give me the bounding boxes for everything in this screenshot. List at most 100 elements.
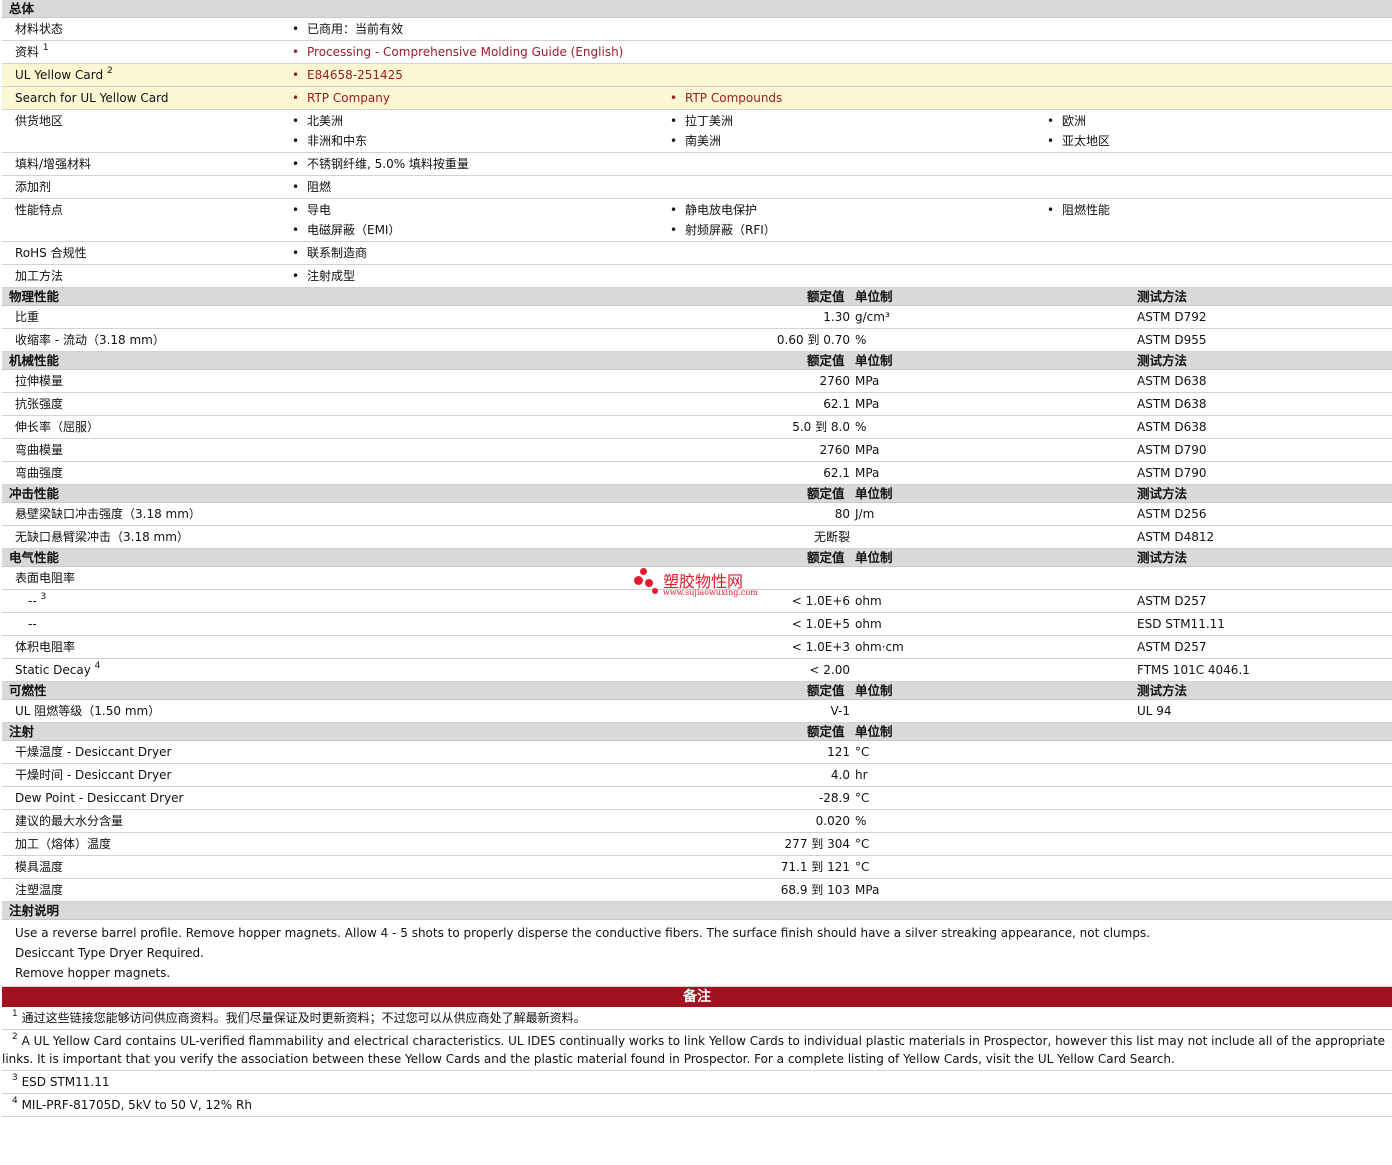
row-features: 性能特点 导电 静电放电保护 阻燃性能 电磁屏蔽（EMI） 射频屏蔽（RFI） bbox=[2, 199, 1392, 242]
property-label: 弯曲模量 bbox=[15, 443, 64, 457]
property-value: 62.1 bbox=[823, 466, 850, 480]
note-line: Use a reverse barrel profile. Remove hop… bbox=[15, 926, 1151, 940]
section-title: 冲击性能 bbox=[9, 486, 60, 501]
row-label: 供货地区 bbox=[15, 114, 64, 128]
property-value: 4.0 bbox=[830, 768, 850, 782]
property-unit: MPa bbox=[855, 397, 880, 411]
feature-item: 阻燃性能 bbox=[1047, 200, 1110, 220]
property-value: 71.1 到 121 bbox=[780, 860, 850, 874]
property-row: 加工（熔体）温度 277 到 304 °C bbox=[2, 833, 1392, 856]
row-label: Search for UL Yellow Card bbox=[15, 91, 169, 105]
property-label: 抗张强度 bbox=[15, 397, 64, 411]
remarks-title-bar: 备注 bbox=[2, 987, 1392, 1007]
row-value: 阻燃 bbox=[292, 177, 331, 197]
property-row: 无缺口悬臂梁冲击（3.18 mm） 无断裂 ASTM D4812 bbox=[2, 526, 1392, 549]
header-method: 测试方法 bbox=[1137, 683, 1188, 698]
property-label: 建议的最大水分含量 bbox=[15, 814, 124, 828]
section-impact: 冲击性能 额定值 单位制 测试方法 bbox=[2, 485, 1392, 503]
header-method: 测试方法 bbox=[1137, 353, 1188, 368]
section-title: 注射说明 bbox=[9, 903, 60, 918]
row-filler: 填料/增强材料 不锈钢纤维, 5.0% 填料按重量 bbox=[2, 153, 1392, 176]
property-label: 收缩率 - 流动（3.18 mm） bbox=[15, 333, 165, 347]
property-row: Dew Point - Desiccant Dryer -28.9 °C bbox=[2, 787, 1392, 810]
section-injection: 注射 额定值 单位制 bbox=[2, 723, 1392, 741]
property-row: 拉伸模量 2760 MPa ASTM D638 bbox=[2, 370, 1392, 393]
property-method: ASTM D4812 bbox=[1137, 530, 1215, 544]
property-unit: °C bbox=[855, 791, 870, 805]
section-flammability: 可燃性 额定值 单位制 测试方法 bbox=[2, 682, 1392, 700]
property-method: ASTM D256 bbox=[1137, 507, 1207, 521]
feature-item: 电磁屏蔽（EMI） bbox=[292, 220, 401, 240]
property-row: 抗张强度 62.1 MPa ASTM D638 bbox=[2, 393, 1392, 416]
property-row: 悬壁梁缺口冲击强度（3.18 mm） 80 J/m ASTM D256 bbox=[2, 503, 1392, 526]
injection-notes-body: Use a reverse barrel profile. Remove hop… bbox=[2, 920, 1392, 987]
site-watermark-logo: 塑胶物性网 www.sujiaowuxing.com bbox=[634, 566, 764, 602]
rtp-company-link[interactable]: RTP Company bbox=[292, 88, 390, 108]
row-label: 资料 1 bbox=[15, 43, 49, 60]
section-title: 注射 bbox=[9, 724, 35, 739]
row-ul-card: UL Yellow Card 2 E84658-251425 bbox=[2, 64, 1392, 87]
property-unit: MPa bbox=[855, 374, 880, 388]
property-unit: °C bbox=[855, 745, 870, 759]
logo-dot bbox=[634, 576, 643, 585]
header-rated: 额定值 bbox=[807, 486, 845, 501]
section-general: 总体 bbox=[2, 0, 1392, 18]
property-row: 干燥时间 - Desiccant Dryer 4.0 hr bbox=[2, 764, 1392, 787]
row-search-ul: Search for UL Yellow Card RTP Company RT… bbox=[2, 87, 1392, 110]
property-value: 121 bbox=[827, 745, 850, 759]
property-value: 62.1 bbox=[823, 397, 850, 411]
section-electrical: 电气性能 额定值 单位制 测试方法 bbox=[2, 549, 1392, 567]
header-unit: 单位制 bbox=[855, 353, 893, 368]
header-rated: 额定值 bbox=[807, 353, 845, 368]
property-label: 干燥温度 - Desiccant Dryer bbox=[15, 745, 172, 759]
row-data: 资料 1 Processing - Comprehensive Molding … bbox=[2, 41, 1392, 64]
property-value: 无断裂 bbox=[813, 530, 850, 544]
row-label: 性能特点 bbox=[15, 203, 64, 217]
property-label: 模具温度 bbox=[15, 860, 64, 874]
property-row: UL 阻燃等级（1.50 mm） V-1 UL 94 bbox=[2, 700, 1392, 723]
property-unit: MPa bbox=[855, 443, 880, 457]
property-value: 80 bbox=[834, 507, 850, 521]
footnote: 4 MIL-PRF-81705D, 5kV to 50 V, 12% Rh bbox=[2, 1094, 1392, 1117]
row-value: 注射成型 bbox=[292, 266, 355, 286]
note-line: Desiccant Type Dryer Required. bbox=[15, 946, 204, 960]
property-unit: °C bbox=[855, 860, 870, 874]
property-label: 体积电阻率 bbox=[15, 640, 76, 654]
header-rated: 额定值 bbox=[807, 724, 845, 739]
row-supply: 供货地区 北美洲 拉丁美洲 欧洲 非洲和中东 南美洲 亚太地区 bbox=[2, 110, 1392, 153]
property-label: -- bbox=[28, 617, 37, 631]
property-row: 弯曲模量 2760 MPa ASTM D790 bbox=[2, 439, 1392, 462]
note-line: Remove hopper magnets. bbox=[15, 966, 171, 980]
property-label: 弯曲强度 bbox=[15, 466, 64, 480]
row-additive: 添加剂 阻燃 bbox=[2, 176, 1392, 199]
property-method: ASTM D257 bbox=[1137, 594, 1207, 608]
header-method: 测试方法 bbox=[1137, 550, 1188, 565]
rtp-compounds-link[interactable]: RTP Compounds bbox=[670, 88, 782, 108]
property-label: 无缺口悬臂梁冲击（3.18 mm） bbox=[15, 530, 189, 544]
property-label: 加工（熔体）温度 bbox=[15, 837, 112, 851]
watermark-url: www.sujiaowuxing.com bbox=[663, 588, 758, 597]
property-value: 277 到 304 bbox=[784, 837, 850, 851]
processing-guide-link[interactable]: Processing - Comprehensive Molding Guide… bbox=[292, 42, 623, 62]
property-value: < 1.0E+5 bbox=[791, 617, 850, 631]
property-label: 伸长率（屈服） bbox=[15, 420, 100, 434]
property-unit: ohm bbox=[855, 594, 882, 608]
property-value: -28.9 bbox=[818, 791, 850, 805]
property-value: 0.020 bbox=[815, 814, 850, 828]
property-value: V-1 bbox=[830, 704, 850, 718]
property-value: 0.60 到 0.70 bbox=[776, 333, 850, 347]
header-rated: 额定值 bbox=[807, 289, 845, 304]
property-unit: % bbox=[855, 814, 867, 828]
property-method: ASTM D257 bbox=[1137, 640, 1207, 654]
property-row: 弯曲强度 62.1 MPa ASTM D790 bbox=[2, 462, 1392, 485]
property-method: ASTM D790 bbox=[1137, 443, 1207, 457]
property-label: 干燥时间 - Desiccant Dryer bbox=[15, 768, 172, 782]
property-label: 表面电阻率 bbox=[15, 571, 76, 585]
row-label: 填料/增强材料 bbox=[15, 157, 92, 171]
footnote: 2 A UL Yellow Card contains UL-verified … bbox=[2, 1030, 1392, 1071]
property-row: -- < 1.0E+5 ohm ESD STM11.11 bbox=[2, 613, 1392, 636]
property-value: < 2.00 bbox=[809, 663, 850, 677]
row-label: UL Yellow Card 2 bbox=[15, 66, 113, 83]
ul-card-link[interactable]: E84658-251425 bbox=[292, 65, 403, 85]
property-unit: ohm·cm bbox=[855, 640, 904, 654]
